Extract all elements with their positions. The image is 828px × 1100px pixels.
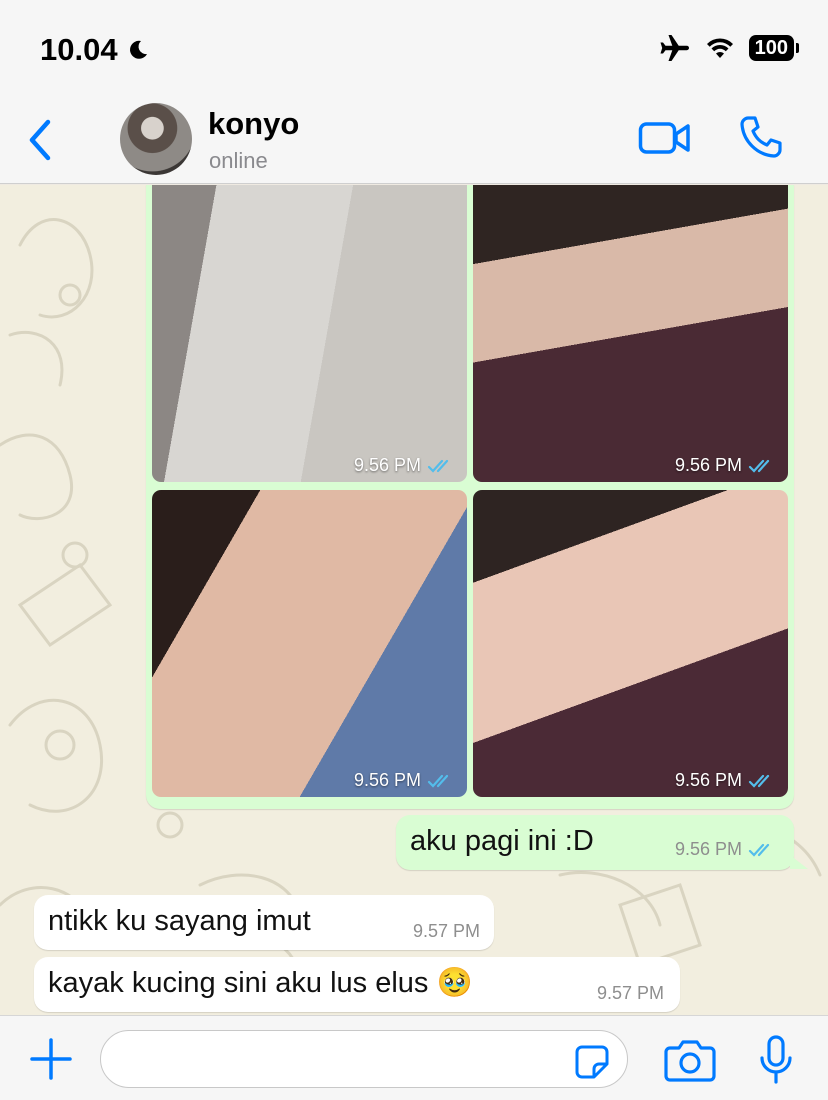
photo-timestamp: 9.56 PM <box>354 770 455 791</box>
camera-icon <box>664 1040 716 1082</box>
battery-icon: 100 <box>748 35 800 61</box>
sticker-button[interactable] <box>574 1044 610 1080</box>
photo-timestamp: 9.56 PM <box>675 455 776 476</box>
status-time-group: 10.04 <box>40 32 150 68</box>
back-button[interactable] <box>22 116 58 164</box>
video-call-button[interactable] <box>638 118 692 158</box>
status-bar: 10.04 100 <box>0 0 828 96</box>
message-time-label: 9.56 PM <box>674 839 742 859</box>
phone-call-button[interactable] <box>738 114 784 160</box>
airplane-mode-icon <box>660 35 689 61</box>
photo-time-label: 9.56 PM <box>674 455 742 475</box>
contact-avatar[interactable] <box>120 103 192 175</box>
photo-thumbnail[interactable]: 9.56 PM <box>473 490 788 797</box>
double-check-icon <box>427 459 449 473</box>
double-check-icon <box>427 774 449 788</box>
camera-button[interactable] <box>664 1038 716 1082</box>
photo-timestamp: 9.56 PM <box>354 455 455 476</box>
media-album: 9.56 PM 9.56 PM 9.56 PM 9.56 PM <box>146 185 794 809</box>
microphone-button[interactable] <box>758 1034 794 1086</box>
video-call-icon <box>638 122 690 154</box>
bubble-tail <box>790 855 808 869</box>
chat-area[interactable]: 9.56 PM 9.56 PM 9.56 PM 9.56 PM aku pagi… <box>0 185 828 1015</box>
photo-thumbnail[interactable]: 9.56 PM <box>473 185 788 482</box>
attach-button[interactable] <box>28 1036 74 1082</box>
message-timestamp: 9.57 PM <box>597 983 664 1004</box>
plus-icon <box>30 1038 72 1080</box>
message-timestamp: 9.57 PM <box>413 921 480 942</box>
message-timestamp: 9.56 PM <box>675 839 776 860</box>
incoming-message-bubble[interactable]: ntikk ku sayang imut 9.57 PM <box>34 895 494 950</box>
status-icons: 100 <box>659 34 800 62</box>
message-composer <box>0 1015 828 1100</box>
outgoing-message-bubble[interactable]: aku pagi ini :D 9.56 PM <box>396 815 794 870</box>
wifi-icon <box>706 38 733 58</box>
phone-call-icon <box>740 116 782 158</box>
message-time-label: 9.57 PM <box>596 983 664 1003</box>
microphone-icon <box>760 1035 792 1084</box>
message-text: kayak kucing sini aku lus elus 🥹 <box>48 967 473 999</box>
moon-icon <box>129 40 147 59</box>
double-check-icon <box>748 774 770 788</box>
back-chevron-icon <box>29 119 51 161</box>
message-text: ntikk ku sayang imut <box>48 905 311 937</box>
photo-time-label: 9.56 PM <box>674 770 742 790</box>
double-check-icon <box>748 459 770 473</box>
message-time-label: 9.57 PM <box>412 921 480 941</box>
photo-time-label: 9.56 PM <box>353 455 421 475</box>
contact-name[interactable]: konyo <box>208 106 299 142</box>
sticker-icon <box>575 1045 609 1079</box>
incoming-message-bubble[interactable]: kayak kucing sini aku lus elus 🥹 9.57 PM <box>34 957 680 1012</box>
photo-thumbnail[interactable]: 9.56 PM <box>152 185 467 482</box>
message-input[interactable] <box>100 1030 628 1088</box>
photo-thumbnail[interactable]: 9.56 PM <box>152 490 467 797</box>
status-time: 10.04 <box>40 32 118 67</box>
message-text: aku pagi ini :D <box>410 825 594 857</box>
chat-header: konyo online <box>0 96 828 184</box>
double-check-icon <box>748 843 770 857</box>
photo-timestamp: 9.56 PM <box>675 770 776 791</box>
contact-status: online <box>209 148 268 173</box>
photo-time-label: 9.56 PM <box>353 770 421 790</box>
